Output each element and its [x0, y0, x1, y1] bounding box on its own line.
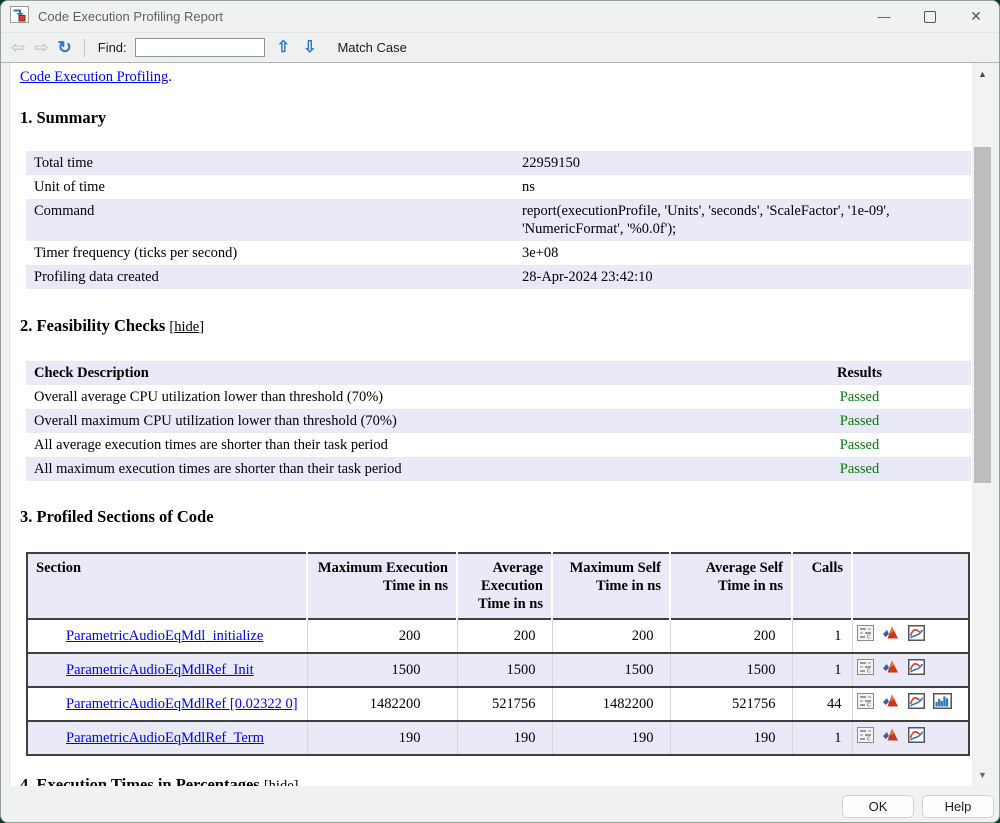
- minimize-icon[interactable]: —: [861, 1, 907, 32]
- forward-icon[interactable]: ⇨: [34, 39, 48, 56]
- back-icon[interactable]: ⇦: [11, 39, 25, 56]
- summary-heading: 1. Summary: [20, 108, 972, 127]
- code-lines-icon[interactable]: c: [857, 727, 874, 748]
- ok-button[interactable]: OK: [842, 795, 914, 818]
- column-avg-exec-time: Average Execution Time in ns: [457, 553, 552, 619]
- table-row: All maximum execution times are shorter …: [26, 457, 971, 481]
- window-title: Code Execution Profiling Report: [38, 9, 223, 24]
- plot-icon[interactable]: [908, 625, 925, 646]
- column-calls: Calls: [792, 553, 852, 619]
- table-row: Unit of time ns: [26, 175, 971, 199]
- percentages-heading: 4. Execution Times in Percentages [hide]: [20, 775, 972, 786]
- svg-text:c: c: [867, 668, 871, 675]
- find-label: Find:: [98, 40, 127, 55]
- column-check-description: Check Description: [26, 361, 748, 385]
- section-link[interactable]: ParametricAudioEqMdl_initialize: [66, 628, 263, 644]
- table-row: All average execution times are shorter …: [26, 433, 971, 457]
- table-row: Command report(executionProfile, 'Units'…: [26, 199, 971, 241]
- matlab-icon[interactable]: [882, 625, 899, 646]
- table-row: Timer frequency (ticks per second) 3e+08: [26, 241, 971, 265]
- plot-icon[interactable]: [908, 727, 925, 748]
- report-app-icon: [10, 6, 29, 28]
- table-row: Overall maximum CPU utilization lower th…: [26, 409, 971, 433]
- status-badge: Passed: [748, 385, 971, 409]
- scroll-up-icon[interactable]: ▲: [973, 67, 992, 81]
- code-lines-icon[interactable]: c: [857, 625, 874, 646]
- column-avg-self-time: Average Self Time in ns: [670, 553, 792, 619]
- find-previous-icon[interactable]: ⇧: [277, 40, 290, 56]
- report-content-area: Code Execution Profiling. 1. Summary Tot…: [1, 63, 999, 786]
- match-case-label[interactable]: Match Case: [337, 40, 406, 55]
- plot-icon[interactable]: [908, 693, 925, 714]
- code-lines-icon[interactable]: c: [857, 693, 874, 714]
- find-toolbar: ⇦ ⇨ ↻ Find: ⇧ ⇩ Match Case: [1, 32, 999, 63]
- matlab-icon[interactable]: [882, 727, 899, 748]
- maximize-icon[interactable]: [907, 1, 953, 32]
- table-row: Total time 22959150: [26, 151, 971, 175]
- code-lines-icon[interactable]: c: [857, 659, 874, 680]
- matlab-icon[interactable]: [882, 659, 899, 680]
- report-document: Code Execution Profiling. 1. Summary Tot…: [9, 63, 972, 786]
- feasibility-hide-link[interactable]: hide: [174, 319, 199, 335]
- section-link[interactable]: ParametricAudioEqMdlRef [0.02322 0]: [66, 696, 298, 712]
- section-link[interactable]: ParametricAudioEqMdlRef_Term: [66, 730, 264, 746]
- breadcrumb-suffix: .: [168, 69, 172, 85]
- dialog-footer: OK Help: [1, 786, 999, 822]
- table-header-row: Section Maximum Execution Time in ns Ave…: [27, 553, 969, 619]
- vertical-scrollbar[interactable]: ▲ ▼: [973, 65, 992, 784]
- table-row: ParametricAudioEqMdlRef_Term 190 190 190…: [27, 721, 969, 755]
- column-max-exec-time: Maximum Execution Time in ns: [307, 553, 457, 619]
- toolbar-separator: [84, 39, 85, 57]
- close-icon[interactable]: ✕: [953, 1, 999, 32]
- status-badge: Passed: [748, 409, 971, 433]
- table-row: Profiling data created 28-Apr-2024 23:42…: [26, 265, 971, 289]
- column-max-self-time: Maximum Self Time in ns: [552, 553, 670, 619]
- scroll-down-icon[interactable]: ▼: [973, 768, 992, 782]
- status-badge: Passed: [748, 457, 971, 481]
- find-input[interactable]: [135, 38, 265, 57]
- app-window: Code Execution Profiling Report — ✕ ⇦ ⇨ …: [0, 0, 1000, 823]
- breadcrumb: Code Execution Profiling.: [20, 68, 972, 86]
- window-controls: — ✕: [861, 1, 999, 32]
- code-execution-profiling-link[interactable]: Code Execution Profiling: [20, 69, 168, 85]
- scrollbar-thumb[interactable]: [974, 147, 991, 483]
- find-next-icon[interactable]: ⇩: [303, 40, 316, 56]
- table-header-row: Check Description Results: [26, 361, 971, 385]
- profiled-sections-heading: 3. Profiled Sections of Code: [20, 507, 972, 526]
- column-section: Section: [27, 553, 307, 619]
- status-badge: Passed: [748, 433, 971, 457]
- summary-table: Total time 22959150 Unit of time ns Comm…: [26, 151, 971, 289]
- matlab-icon[interactable]: [882, 693, 899, 714]
- refresh-icon[interactable]: ↻: [58, 39, 72, 56]
- section-link[interactable]: ParametricAudioEqMdlRef_Init: [66, 662, 254, 678]
- feasibility-table: Check Description Results Overall averag…: [26, 361, 971, 481]
- histogram-icon[interactable]: [933, 693, 952, 714]
- column-results: Results: [748, 361, 971, 385]
- table-row: Overall average CPU utilization lower th…: [26, 385, 971, 409]
- svg-text:c: c: [867, 702, 871, 709]
- feasibility-heading: 2. Feasibility Checks [hide]: [20, 316, 972, 337]
- help-button[interactable]: Help: [922, 795, 994, 818]
- table-row: ParametricAudioEqMdlRef_Init 1500 1500 1…: [27, 653, 969, 687]
- svg-text:c: c: [867, 634, 871, 641]
- table-row: ParametricAudioEqMdl_initialize 200 200 …: [27, 619, 969, 653]
- profiled-sections-table: Section Maximum Execution Time in ns Ave…: [26, 552, 970, 756]
- table-row: ParametricAudioEqMdlRef [0.02322 0] 1482…: [27, 687, 969, 721]
- svg-text:c: c: [867, 736, 871, 743]
- column-actions: [852, 553, 969, 619]
- percentages-hide-link[interactable]: hide: [269, 778, 294, 786]
- plot-icon[interactable]: [908, 659, 925, 680]
- title-bar: Code Execution Profiling Report — ✕: [1, 1, 999, 32]
